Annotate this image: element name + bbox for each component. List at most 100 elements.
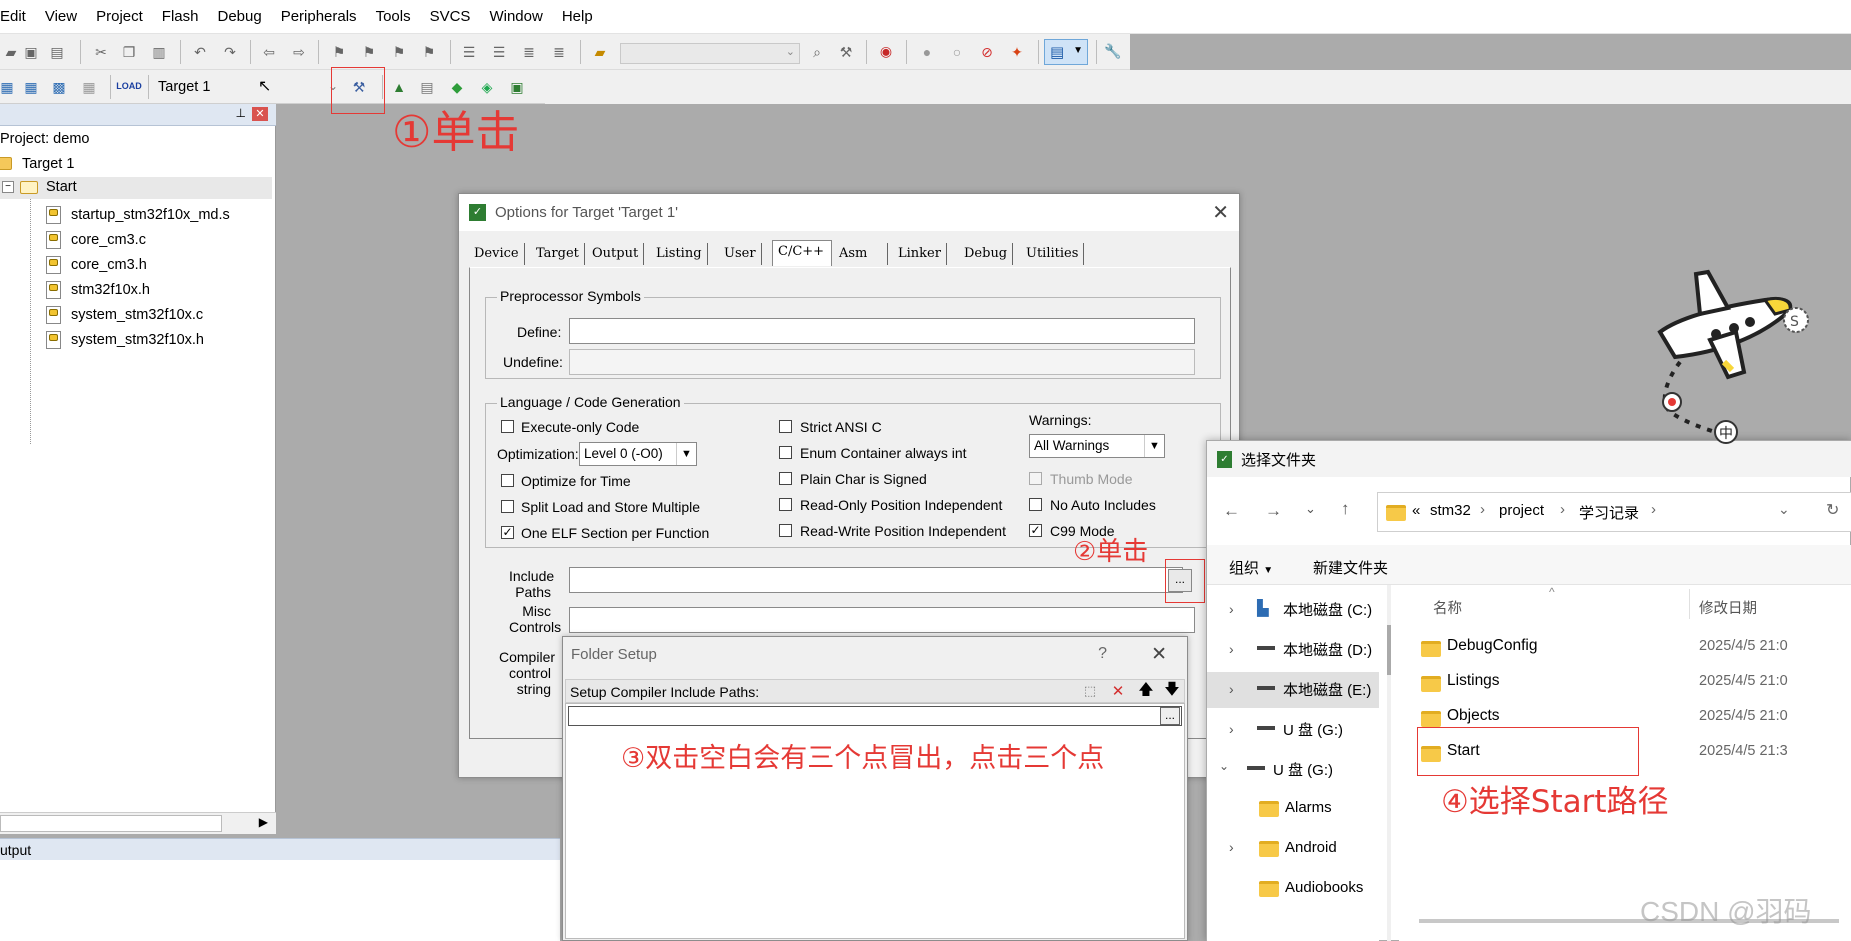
menu-debug[interactable]: Debug <box>217 8 261 25</box>
nav-folder-alarms[interactable]: Alarms <box>1285 799 1332 816</box>
comment-icon[interactable]: ≣ <box>518 41 540 63</box>
new-folder-button[interactable]: 新建文件夹 <box>1313 557 1388 578</box>
cut-icon[interactable]: ✂ <box>90 41 112 63</box>
collapse-icon[interactable]: ⌄ <box>1219 759 1229 773</box>
uncomment-icon[interactable]: ≣ <box>548 41 570 63</box>
file-row-name[interactable]: Objects <box>1447 707 1500 725</box>
bookmark-clear-icon[interactable]: ⚑ <box>418 41 440 63</box>
target-select[interactable]: Target 1 ⌄ <box>158 76 338 98</box>
find-icon[interactable]: ⌕ <box>806 41 828 63</box>
close-icon[interactable]: ✕ <box>1151 643 1167 666</box>
save-icon[interactable]: ▣ <box>20 41 42 63</box>
warnings-select[interactable]: All Warnings ▼ <box>1029 434 1165 458</box>
find-in-files-icon[interactable]: ▰ <box>589 41 611 63</box>
help-icon[interactable]: ? <box>1098 645 1107 663</box>
plain-char-checkbox[interactable] <box>779 472 792 485</box>
unindent-icon[interactable]: ☰ <box>488 41 510 63</box>
tree-file[interactable]: startup_stm32f10x_md.s <box>71 207 230 223</box>
back-arrow-icon[interactable]: ← <box>1223 501 1240 521</box>
scrollbar-thumb[interactable] <box>1387 625 1391 675</box>
breakpoint-killall-icon[interactable]: ✦ <box>1006 41 1028 63</box>
menu-project[interactable]: Project <box>96 8 143 25</box>
up-arrow-icon[interactable]: ↑ <box>1341 499 1350 519</box>
expand-icon[interactable]: › <box>1229 721 1234 737</box>
tree-file[interactable]: system_stm32f10x.h <box>71 332 204 348</box>
software-components-icon[interactable]: ▣ <box>506 76 528 98</box>
window-layout-button[interactable]: ▤ ▼ <box>1044 39 1088 65</box>
file-row-name[interactable]: DebugConfig <box>1447 637 1537 655</box>
debug-start-icon[interactable]: ◉ <box>875 40 897 62</box>
breakpoint-disable-icon[interactable]: ○ <box>946 41 968 63</box>
refresh-icon[interactable]: ↻ <box>1826 500 1839 520</box>
redo-icon[interactable]: ↷ <box>219 41 241 63</box>
nav-folder-audiobooks[interactable]: Audiobooks <box>1285 879 1363 896</box>
menu-view[interactable]: View <box>45 8 77 25</box>
move-down-icon[interactable]: 🡇 <box>1162 681 1182 701</box>
chevron-down-icon[interactable]: ⌄ <box>1305 501 1316 517</box>
menu-peripherals[interactable]: Peripherals <box>281 8 357 25</box>
menu-edit[interactable]: Edit <box>0 8 26 25</box>
nav-drive-d[interactable]: 本地磁盘 (D:) <box>1283 639 1372 660</box>
tab-c-cpp[interactable]: C/C++ <box>772 240 832 266</box>
c99-mode-checkbox[interactable]: ✓ <box>1029 524 1042 537</box>
undo-icon[interactable]: ↶ <box>189 41 211 63</box>
menu-flash[interactable]: Flash <box>162 8 199 25</box>
tab-target[interactable]: Target <box>531 243 585 265</box>
close-icon[interactable]: ✕ <box>252 107 268 121</box>
enum-container-checkbox[interactable] <box>779 446 792 459</box>
pack-installer-icon[interactable]: ◈ <box>476 76 498 98</box>
delete-path-icon[interactable]: ✕ <box>1108 681 1128 701</box>
file-row-name[interactable]: Listings <box>1447 672 1500 690</box>
project-horizontal-scrollbar[interactable]: ▶ <box>0 812 276 834</box>
breadcrumb-project[interactable]: project <box>1499 502 1544 519</box>
tree-group-row-selected[interactable]: − Start <box>0 177 272 199</box>
build-icon[interactable]: ▦ <box>20 76 42 98</box>
breakpoint-kill-icon[interactable]: ⊘ <box>976 41 998 63</box>
menu-help[interactable]: Help <box>562 8 593 25</box>
copy-icon[interactable]: ❐ <box>118 41 140 63</box>
select-packs-icon[interactable]: ▤ <box>416 76 438 98</box>
configure-wrench-icon[interactable]: 🔧 <box>1102 40 1124 62</box>
batch-build-icon[interactable]: ▦ <box>78 76 100 98</box>
translate-icon[interactable]: ▦ <box>0 76 18 98</box>
define-input[interactable] <box>569 318 1195 344</box>
breadcrumb-learning-notes[interactable]: 学习记录 <box>1579 502 1639 523</box>
tree-file[interactable]: core_cm3.h <box>71 257 147 273</box>
new-path-icon[interactable]: ⬚ <box>1080 681 1100 701</box>
tab-user[interactable]: User <box>719 243 762 265</box>
nav-forward-icon[interactable]: ⇨ <box>288 41 310 63</box>
close-icon[interactable]: ✕ <box>1212 200 1229 225</box>
breadcrumb-overflow[interactable]: « <box>1412 502 1420 519</box>
expand-icon[interactable]: › <box>1229 641 1234 657</box>
include-path-browse-button[interactable]: ... <box>1160 707 1180 725</box>
optimization-select[interactable]: Level 0 (-O0) ▼ <box>579 442 697 466</box>
project-root[interactable]: Project: demo <box>0 131 89 147</box>
no-auto-includes-checkbox[interactable] <box>1029 498 1042 511</box>
save-all-icon[interactable]: ▤ <box>46 41 68 63</box>
column-date-header[interactable]: 修改日期 <box>1699 597 1757 618</box>
one-elf-checkbox[interactable]: ✓ <box>501 526 514 539</box>
column-name-header[interactable]: 名称 <box>1433 597 1462 618</box>
tree-file[interactable]: stm32f10x.h <box>71 282 150 298</box>
misc-controls-input[interactable] <box>569 607 1195 633</box>
expand-icon[interactable]: › <box>1229 681 1234 697</box>
move-up-icon[interactable]: 🡅 <box>1136 681 1156 701</box>
bookmark-icon[interactable]: ⚑ <box>328 41 350 63</box>
open-icon[interactable]: ▰ <box>0 41 22 63</box>
menu-tools[interactable]: Tools <box>376 8 411 25</box>
nav-drive-c[interactable]: 本地磁盘 (C:) <box>1283 599 1372 620</box>
indent-icon[interactable]: ☰ <box>458 41 480 63</box>
optimize-time-checkbox[interactable] <box>501 474 514 487</box>
nav-back-icon[interactable]: ⇦ <box>258 41 280 63</box>
bookmark-prev-icon[interactable]: ⚑ <box>358 41 380 63</box>
tab-linker[interactable]: Linker <box>893 243 947 265</box>
expand-icon[interactable]: › <box>1229 839 1234 855</box>
scrollbar-thumb[interactable] <box>0 815 222 832</box>
tab-listing[interactable]: Listing <box>651 243 708 265</box>
scroll-right-icon[interactable]: ▶ <box>259 815 268 829</box>
tab-utilities[interactable]: Utilities <box>1021 243 1085 265</box>
expand-icon[interactable]: › <box>1229 601 1234 617</box>
nav-drive-e[interactable]: 本地磁盘 (E:) <box>1283 679 1371 700</box>
find-combo[interactable]: ⌄ <box>620 43 800 64</box>
nav-folder-android[interactable]: Android <box>1285 839 1337 856</box>
